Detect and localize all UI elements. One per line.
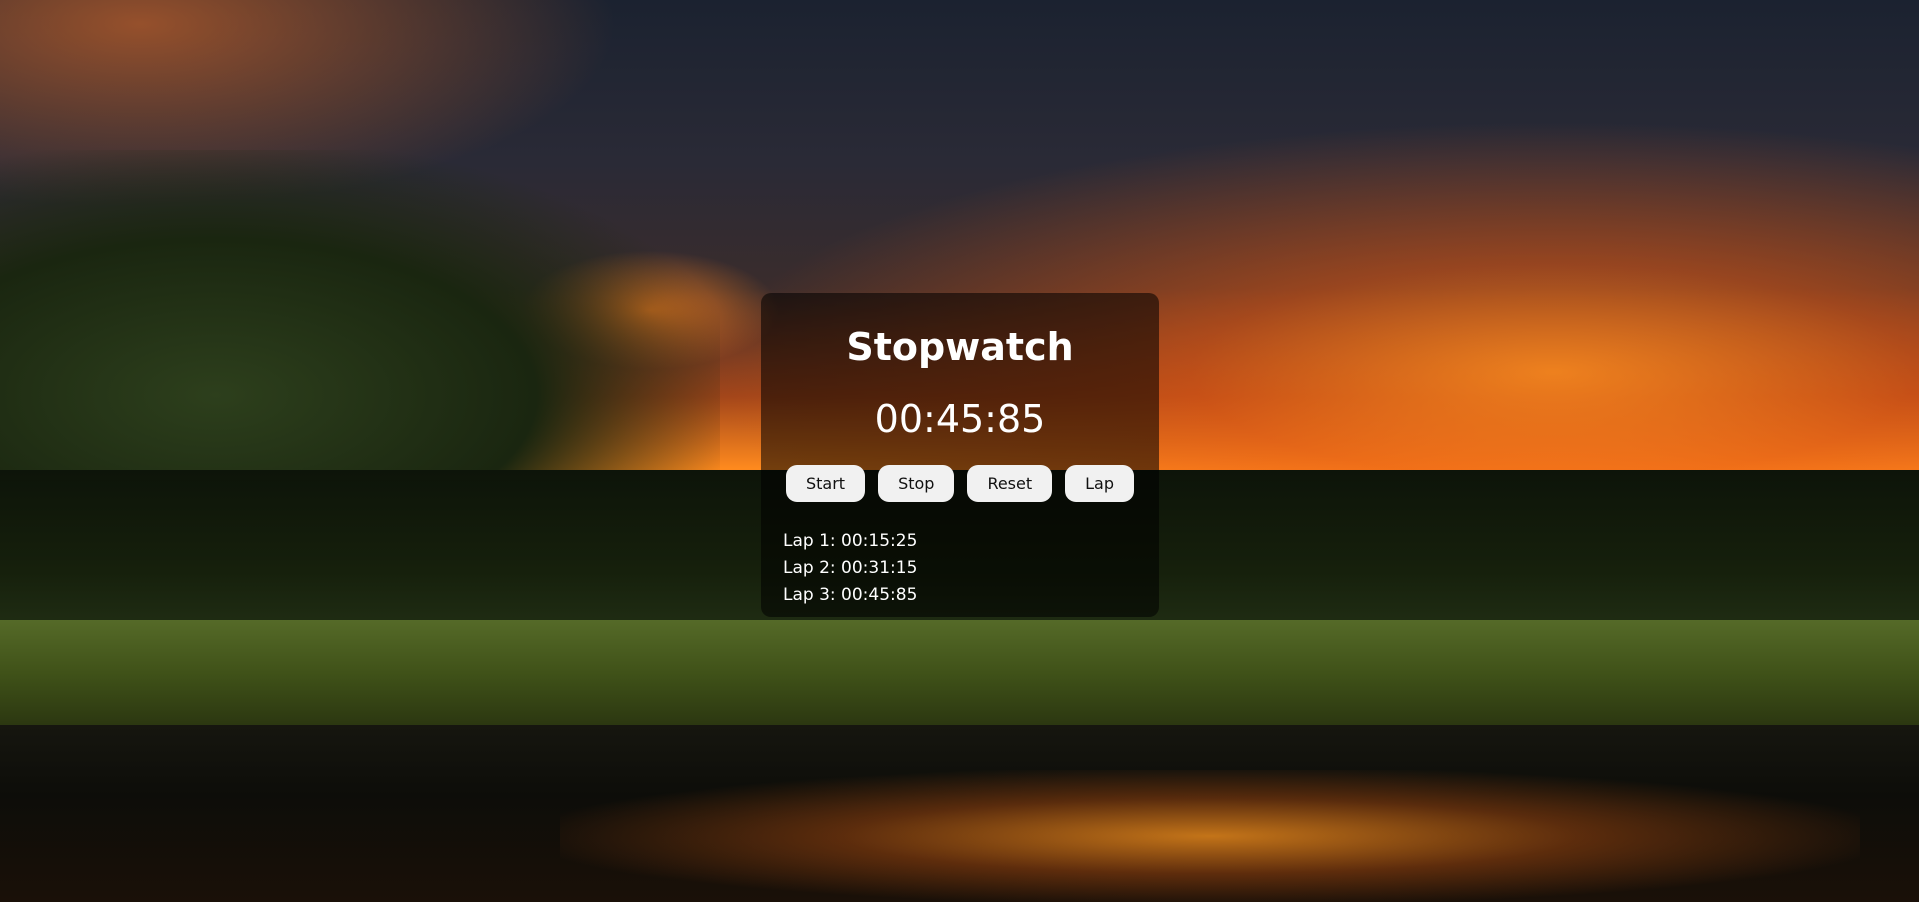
time-display: 00:45:85 [874, 397, 1046, 441]
lap-item: Lap 1: 00:15:25 [783, 531, 918, 551]
sunset-reflection [560, 770, 1860, 902]
control-buttons: Start Stop Reset Lap [783, 465, 1137, 502]
stopwatch-title: Stopwatch [846, 325, 1074, 369]
reset-button[interactable]: Reset [967, 465, 1053, 502]
lap-item: Lap 2: 00:31:15 [783, 558, 918, 578]
lap-button[interactable]: Lap [1065, 465, 1135, 502]
meadow [0, 620, 1919, 730]
stopwatch-panel: Stopwatch 00:45:85 Start Stop Reset Lap … [761, 293, 1159, 617]
lap-list: Lap 1: 00:15:25 Lap 2: 00:31:15 Lap 3: 0… [783, 528, 1137, 609]
stop-button[interactable]: Stop [878, 465, 955, 502]
start-button[interactable]: Start [785, 465, 866, 502]
lap-item: Lap 3: 00:45:85 [783, 585, 918, 605]
